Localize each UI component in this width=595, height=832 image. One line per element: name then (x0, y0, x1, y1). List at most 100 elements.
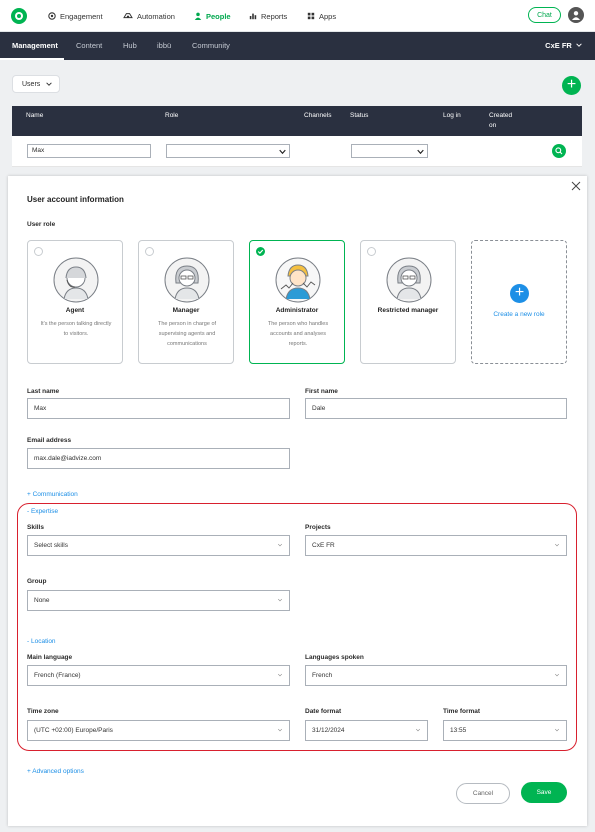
tab-ibbu[interactable]: ibbü (157, 41, 171, 50)
role-name-manager: Manager (172, 307, 200, 314)
search-icon (555, 147, 563, 155)
chat-button[interactable]: Chat (528, 7, 561, 23)
projects-label: Projects (305, 524, 331, 531)
location-toggle-link[interactable]: - Location (27, 638, 56, 645)
column-header-name[interactable]: Name (26, 111, 43, 121)
nav-people[interactable]: People (194, 10, 231, 22)
languages-spoken-value: French (312, 672, 333, 679)
email-input[interactable]: max.dale@iadvize.com (27, 448, 290, 469)
nav-automation-label: Automation (137, 11, 175, 21)
role-radio-agent[interactable] (34, 247, 43, 256)
last-name-input[interactable]: Max (27, 398, 290, 419)
tab-content[interactable]: Content (76, 41, 102, 50)
agent-avatar-icon (53, 257, 99, 303)
column-header-role[interactable]: Role (165, 111, 178, 121)
add-user-button[interactable]: + (562, 76, 581, 95)
date-format-select[interactable]: 31/12/2024 (305, 720, 428, 741)
section-navigation-bar: Management Content Hub ibbü Community Cx… (0, 32, 595, 60)
plus-icon: + (510, 284, 529, 303)
nav-reports-label: Reports (261, 11, 288, 21)
group-value: None (34, 597, 50, 604)
email-label: Email address (27, 437, 72, 444)
timezone-select[interactable]: (UTC +02:00) Europe/Paris (27, 720, 290, 741)
search-button[interactable] (552, 144, 566, 158)
users-dropdown-label: Users (22, 80, 41, 88)
reports-icon (249, 13, 257, 20)
top-navigation-bar: Engagement Automation People Reports App… (0, 0, 595, 32)
nav-apps-label: Apps (319, 11, 337, 21)
role-name-agent: Agent (65, 307, 85, 314)
role-desc-administrator: The person who handles accounts and anal… (267, 321, 329, 347)
role-card-agent[interactable]: Agent It's the person talking directly t… (27, 240, 123, 364)
tab-community[interactable]: Community (192, 41, 230, 50)
restricted-manager-avatar-icon (386, 257, 432, 303)
advanced-options-link[interactable]: + Advanced options (27, 768, 84, 775)
first-name-label: First name (305, 388, 338, 395)
group-select[interactable]: None (27, 590, 290, 611)
automation-icon (123, 13, 133, 19)
tab-hub[interactable]: Hub (123, 41, 137, 50)
skills-select[interactable]: Select skills (27, 535, 290, 556)
cancel-button[interactable]: Cancel (456, 783, 510, 804)
projects-value: CxE FR (312, 542, 335, 549)
role-filter-select[interactable] (166, 144, 290, 158)
column-header-status[interactable]: Status (350, 111, 368, 121)
chevron-down-icon (554, 673, 560, 677)
projects-select[interactable]: CxE FR (305, 535, 567, 556)
nav-automation[interactable]: Automation (123, 10, 175, 22)
close-icon[interactable] (571, 181, 581, 191)
create-role-card[interactable]: + Create a new role (471, 240, 567, 364)
role-name-administrator: Administrator (275, 307, 319, 314)
main-language-select[interactable]: French (France) (27, 665, 290, 686)
apps-icon (307, 12, 315, 20)
nav-apps[interactable]: Apps (307, 10, 336, 22)
languages-spoken-select[interactable]: French (305, 665, 567, 686)
app-logo[interactable] (11, 8, 27, 24)
date-format-value: 31/12/2024 (312, 727, 345, 734)
role-radio-restricted-manager[interactable] (367, 247, 376, 256)
chevron-down-icon (279, 149, 286, 155)
panel-title: User account information (27, 195, 124, 204)
chevron-down-icon (277, 598, 283, 602)
save-button[interactable]: Save (521, 782, 567, 803)
administrator-avatar-icon (275, 257, 321, 303)
person-icon (572, 11, 580, 20)
communication-toggle-link[interactable]: + Communication (27, 491, 78, 498)
role-radio-administrator[interactable] (256, 247, 265, 256)
main-language-value: French (France) (34, 672, 81, 679)
chevron-down-icon (415, 728, 421, 732)
tab-management[interactable]: Management (12, 41, 58, 50)
time-format-select[interactable]: 13:55 (443, 720, 567, 741)
main-language-label: Main language (27, 654, 73, 661)
users-dropdown[interactable]: Users (12, 75, 60, 93)
user-account-panel: User account information User role Agent… (8, 176, 587, 826)
engagement-icon (48, 12, 56, 20)
chevron-down-icon (277, 543, 283, 547)
timezone-value: (UTC +02:00) Europe/Paris (34, 727, 113, 734)
role-radio-manager[interactable] (145, 247, 154, 256)
chevron-down-icon (554, 728, 560, 732)
expertise-toggle-link[interactable]: - Expertise (27, 508, 58, 515)
column-header-channels[interactable]: Channels (304, 111, 331, 121)
name-filter-input[interactable]: Max (27, 144, 151, 158)
chevron-down-icon (554, 543, 560, 547)
role-card-manager[interactable]: Manager The person in charge of supervis… (138, 240, 234, 364)
nav-engagement-label: Engagement (60, 11, 103, 21)
checkmark-icon (257, 249, 264, 254)
role-card-restricted-manager[interactable]: Restricted manager (360, 240, 456, 364)
workspace-selector[interactable]: CxE FR (545, 41, 582, 50)
last-name-label: Last name (27, 388, 60, 395)
role-card-administrator[interactable]: Administrator The person who handles acc… (249, 240, 345, 364)
nav-reports[interactable]: Reports (249, 10, 287, 22)
column-header-created-on[interactable]: Created on (489, 111, 517, 131)
column-header-login[interactable]: Log in (443, 111, 461, 121)
group-label: Group (27, 578, 47, 585)
user-avatar[interactable] (568, 7, 584, 23)
first-name-input[interactable]: Dale (305, 398, 567, 419)
nav-engagement[interactable]: Engagement (48, 10, 103, 22)
skills-placeholder: Select skills (34, 542, 68, 549)
role-name-restricted-manager: Restricted manager (377, 307, 439, 314)
users-table-header: Name Role Channels Status Log in Created… (12, 106, 582, 136)
status-filter-select[interactable] (351, 144, 428, 158)
people-icon (194, 12, 202, 20)
